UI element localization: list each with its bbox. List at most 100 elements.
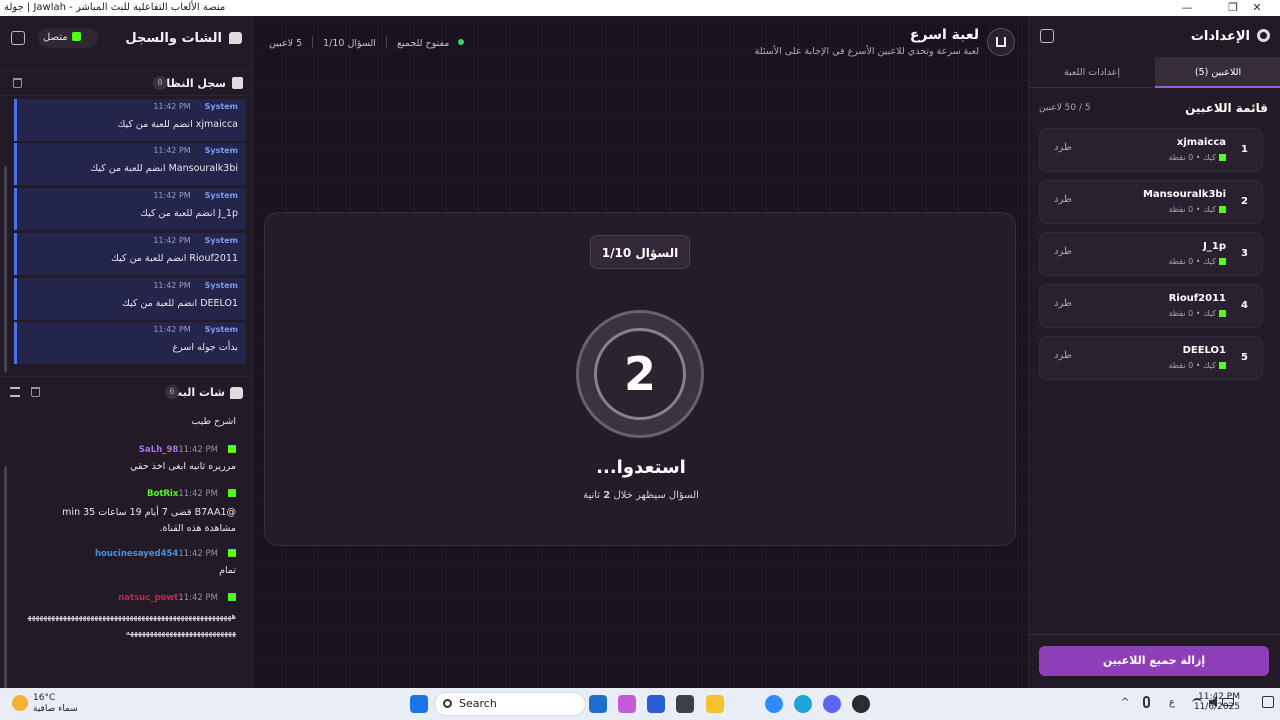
- log-sender: System: [204, 325, 238, 334]
- player-rank: 4: [1241, 300, 1248, 311]
- collapse-panel-button[interactable]: [11, 31, 25, 45]
- online-dot: [458, 39, 465, 45]
- game-subtitle: لعبة سرعة وتحدي للاعبين الأسرع في الإجاب…: [754, 46, 979, 57]
- chat-message-meta: BotRix11:42 PM: [147, 489, 236, 499]
- clear-log-trash-icon[interactable]: [13, 78, 22, 88]
- kick-player-button[interactable]: طرد: [1054, 194, 1072, 205]
- player-name: Mansouralk3bi: [1142, 189, 1226, 200]
- log-message: J_1p انضم للعبة من كيك: [140, 208, 238, 219]
- log-scrollbar[interactable]: [4, 166, 7, 372]
- chat-time: 11:42 PM: [178, 445, 218, 455]
- jawlah-app-icon[interactable]: [852, 695, 870, 713]
- security-shield-icon[interactable]: [647, 695, 665, 713]
- home-button[interactable]: [987, 28, 1015, 56]
- kick-icon: [1219, 206, 1226, 213]
- player-info: كيك • 0 نقطة: [1168, 361, 1226, 370]
- chat-message: هههههههههههههههههههههههههههههههههههههههه…: [27, 612, 236, 638]
- caption-number: 2: [603, 490, 611, 501]
- log-sender: System: [204, 146, 238, 155]
- window-titlebar: منصة الألعاب التفاعلية للبث المباشر - Ja…: [0, 0, 1280, 16]
- log-time: 11:42 PM: [153, 146, 191, 155]
- player-name: Riouf2011: [1168, 293, 1226, 304]
- chat-time: 11:42 PM: [178, 489, 218, 499]
- access-stat: مفتوح للجميع: [396, 38, 450, 49]
- kick-player-button[interactable]: طرد: [1054, 298, 1072, 309]
- log-sender: System: [204, 102, 238, 111]
- players-stat: 5 لاعبين: [269, 38, 303, 49]
- vpn-icon[interactable]: [765, 695, 783, 713]
- search-box[interactable]: Search: [434, 692, 586, 716]
- player-row: 1 xjmaicca كيك • 0 نقطة طرد: [1039, 128, 1263, 172]
- start-windows-icon[interactable]: [410, 695, 428, 713]
- log-time: 11:42 PM: [153, 102, 191, 111]
- kick-player-button[interactable]: طرد: [1054, 246, 1072, 257]
- language-indicator[interactable]: ع: [1169, 697, 1175, 708]
- chat-message-meta: houcinesayed45411:42 PM: [95, 549, 236, 559]
- caption-prefix: السؤال سيظهر خلال: [613, 490, 699, 501]
- edge-browser-icon[interactable]: [794, 695, 812, 713]
- chat-panel-title: الشات والسجل: [125, 31, 222, 46]
- chat-username[interactable]: BotRix: [147, 489, 178, 499]
- remove-all-players-button[interactable]: إزالة جميع اللاعبين: [1039, 646, 1269, 676]
- log-item: 11:42 PM System xjmaicca انضم للعبة من كي…: [14, 99, 246, 141]
- minimize-button[interactable]: —: [1164, 0, 1210, 16]
- chat-scrollbar[interactable]: [4, 466, 7, 691]
- tab-players[interactable]: اللاعبين (5): [1155, 57, 1280, 88]
- chat-username[interactable]: natsuc_powt: [118, 593, 178, 603]
- collapse-settings-button[interactable]: [1040, 29, 1054, 43]
- chat-message: مرريره ثانيه ابغى اخذ حقي: [130, 461, 236, 472]
- countdown-caption: السؤال سيظهر خلال 2 ثانية: [265, 490, 1017, 501]
- outlook-icon[interactable]: [589, 695, 607, 713]
- kick-icon: [1219, 258, 1226, 265]
- kick-player-button[interactable]: طرد: [1054, 142, 1072, 153]
- chat-icon: [230, 387, 243, 399]
- log-item: 11:42 PM System J_1p انضم للعبة من كيك: [14, 188, 246, 230]
- player-rank: 2: [1241, 196, 1248, 207]
- question-badge: السؤال 1/10: [590, 235, 690, 269]
- chat-time: 11:42 PM: [178, 593, 218, 603]
- weather-condition: سماء صافية: [33, 704, 78, 714]
- close-button[interactable]: ✕: [1234, 0, 1280, 16]
- chevron-up-icon[interactable]: ^: [1121, 697, 1129, 708]
- players-list-title: قائمة اللاعبين: [1185, 101, 1268, 115]
- question-stat: السؤال 1/10: [323, 38, 376, 49]
- stream-chat-count: 6: [165, 385, 179, 399]
- chat-message-meta: SaLh_9811:42 PM: [139, 445, 236, 455]
- clear-chat-trash-icon[interactable]: [31, 387, 40, 397]
- file-explorer-icon[interactable]: [706, 695, 724, 713]
- taskbar: 16°C سماء صافية Search ^ ع 11:42 PM 11/6…: [0, 688, 1280, 720]
- chat-username[interactable]: houcinesayed454: [95, 549, 178, 559]
- weather-moon-icon[interactable]: [12, 695, 28, 711]
- player-points: كيك • 0 نقطة: [1168, 257, 1216, 266]
- store-icon[interactable]: [676, 695, 694, 713]
- kick-icon: [71, 32, 81, 41]
- chat-username[interactable]: SaLh_98: [139, 445, 178, 455]
- microphone-icon[interactable]: [1143, 696, 1150, 708]
- player-rank: 5: [1241, 352, 1248, 363]
- player-info: كيك • 0 نقطة: [1168, 257, 1226, 266]
- gear-icon: [1257, 29, 1270, 42]
- player-rank: 3: [1241, 248, 1248, 259]
- clock-time: 11:42 PM: [1198, 692, 1240, 702]
- system-clock[interactable]: 11:42 PM 11/6/2025: [1194, 692, 1240, 712]
- weather-widget[interactable]: 16°C سماء صافية: [33, 693, 78, 715]
- menu-icon[interactable]: [10, 387, 20, 397]
- log-sender: System: [204, 191, 238, 200]
- kick-icon: [1219, 310, 1226, 317]
- divider: [1029, 634, 1280, 635]
- notifications-icon[interactable]: [1262, 696, 1274, 708]
- discord-icon[interactable]: [823, 695, 841, 713]
- tab-game-settings[interactable]: إعدادات اللعبة: [1029, 57, 1155, 88]
- system-log-count: 8: [153, 76, 167, 90]
- stream-chat-header: شات البث 6: [0, 376, 253, 406]
- kick-icon: [228, 445, 236, 453]
- game-area: لعبة اسرع لعبة سرعة وتحدي للاعبين الأسرع…: [254, 16, 1027, 688]
- log-message: xjmaicca انضم للعبة من كيك: [117, 119, 238, 130]
- kick-player-button[interactable]: طرد: [1054, 350, 1072, 361]
- copilot-icon[interactable]: [618, 695, 636, 713]
- player-points: كيك • 0 نقطة: [1168, 153, 1216, 162]
- player-info: كيك • 0 نقطة: [1168, 309, 1226, 318]
- game-title: لعبة اسرع: [909, 27, 979, 43]
- search-label: Search: [459, 697, 497, 710]
- log-sender: System: [204, 236, 238, 245]
